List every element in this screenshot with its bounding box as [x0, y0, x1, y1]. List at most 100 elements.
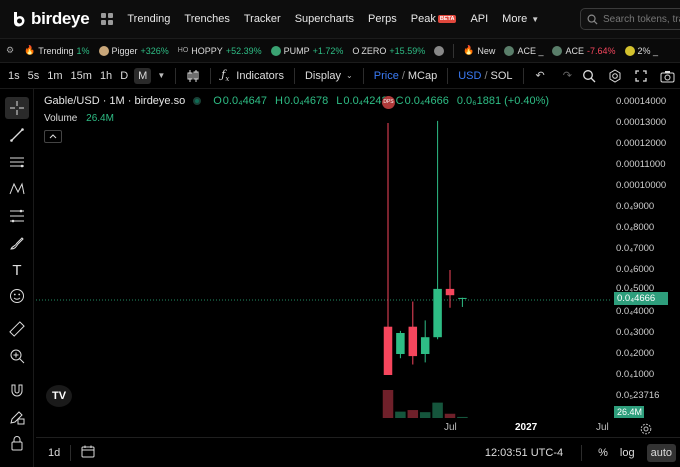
auto-toggle[interactable]: auto [646, 444, 676, 462]
time-axis[interactable]: Jul 2027 Jul [36, 419, 610, 435]
ticker-token-prefix: HO [177, 47, 189, 54]
ticker-trending-value: 1% [76, 45, 90, 56]
volume-bar [395, 411, 406, 418]
zoom-in-tool[interactable] [5, 345, 29, 367]
ticker-item[interactable]: 2% _ [624, 45, 659, 56]
price-label: 0.0₄7000 [616, 243, 655, 254]
indicators-button[interactable]: ƒx Indicators [221, 68, 284, 83]
timeframe-1s[interactable]: 1s [8, 70, 20, 82]
price-label: 0.0₄2000 [616, 348, 655, 359]
volume-bar [419, 412, 431, 418]
timeframe-1m[interactable]: 1m [47, 70, 62, 82]
ticker-token-name: 2% _ [637, 45, 659, 56]
ticker-item[interactable]: HO HOPPY +52.39% [178, 46, 262, 56]
candles-icon[interactable] [186, 69, 200, 83]
crosshair-icon [10, 101, 24, 115]
price-scale[interactable]: 0.00014000 0.00013000 0.00012000 0.00011… [612, 89, 680, 419]
brush-tool[interactable] [5, 232, 29, 254]
redo-icon[interactable]: ↷ [563, 69, 572, 82]
ticker-item[interactable]: O ZERO +15.59% [352, 46, 425, 56]
indicators-label: Indicators [236, 69, 284, 82]
search-box[interactable] [580, 8, 680, 30]
horizontal-lines-tool[interactable] [5, 151, 29, 173]
volume-label: Volume [44, 113, 78, 124]
display-button[interactable]: Display ⌄ [305, 70, 353, 82]
ticker-item[interactable]: ACE _ [504, 45, 543, 56]
ticker-trending[interactable]: 🔥 Trending 1% [24, 45, 89, 56]
ticker-bar: ⚙ 🔥 Trending 1% Pigger +326% HO HOPPY +5… [0, 38, 680, 63]
smiley-icon [10, 289, 24, 303]
pattern-tool[interactable] [5, 178, 29, 200]
emoji-tool[interactable] [5, 285, 29, 307]
mcap-option[interactable]: MCap [408, 70, 437, 82]
price-label: 0.00010000 [616, 180, 667, 191]
nav-trending[interactable]: Trending [127, 13, 170, 25]
volume-tag: 26.4M [614, 406, 644, 418]
apps-grid-icon[interactable] [101, 13, 114, 25]
ticker-new-label: New [477, 45, 496, 56]
ticker-token-prefix-icon: O [352, 45, 360, 56]
timeframe-15m[interactable]: 15m [71, 70, 92, 82]
crosshair-tool[interactable] [5, 97, 29, 119]
ticker-new[interactable]: 🔥 New [463, 45, 495, 56]
price-mcap-toggle[interactable]: Price / MCap [374, 70, 437, 82]
usd-sol-toggle[interactable]: USD / SOL [458, 70, 512, 82]
percent-toggle[interactable]: % [598, 447, 608, 459]
nav-perps[interactable]: Perps [368, 13, 397, 25]
ruler-tool[interactable] [5, 318, 29, 340]
price-option[interactable]: Price [374, 70, 399, 82]
settings-icon[interactable] [602, 69, 628, 83]
clock-time[interactable]: 12:03:51 UTC-4 [485, 447, 563, 459]
magnet-tool[interactable] [5, 379, 29, 401]
text-tool[interactable]: T [5, 259, 29, 281]
timeframe-5s[interactable]: 5s [28, 70, 40, 82]
log-toggle[interactable]: log [620, 447, 635, 459]
undo-icon[interactable]: ↶ [536, 69, 545, 82]
search-input[interactable] [603, 13, 680, 25]
price-label: 0.00014000 [616, 96, 667, 107]
draw-lock-tool[interactable] [5, 406, 29, 428]
nav-api[interactable]: API [470, 13, 488, 25]
ticker-item[interactable]: ACE -7.64% [552, 45, 616, 56]
ticker-item[interactable]: Pigger +326% [98, 45, 169, 56]
pencil-lock-icon [10, 411, 25, 425]
ticker-settings-icon[interactable]: ⚙ [6, 45, 14, 56]
close-label: C [395, 95, 404, 107]
ticker-token-name: PUMP [283, 45, 310, 56]
nav-peak[interactable]: Peak BETA [411, 13, 457, 25]
nav-more[interactable]: More ▼ [502, 13, 539, 25]
price-label: 0.0₄6000 [616, 264, 655, 275]
nav-trenches[interactable]: Trenches [184, 13, 229, 25]
collapse-legend-button[interactable] [44, 130, 62, 143]
current-price-tag: 0.0₄4666 [614, 292, 668, 305]
lock-tool[interactable] [5, 432, 29, 454]
fib-tool[interactable] [5, 205, 29, 227]
trend-line-tool[interactable] [5, 124, 29, 146]
tradingview-logo-icon[interactable]: TV [46, 385, 72, 407]
timeframe-dropdown-icon[interactable]: ▼ [157, 71, 165, 80]
fib-icon [10, 209, 24, 223]
sol-option[interactable]: SOL [491, 70, 513, 82]
volume-value: 26.4M [86, 113, 114, 124]
scale-settings-icon[interactable] [640, 423, 652, 438]
fullscreen-icon[interactable] [628, 69, 654, 83]
nav-supercharts[interactable]: Supercharts [295, 13, 354, 25]
candlestick-chart[interactable] [36, 89, 610, 419]
zoom-search-icon[interactable] [576, 69, 602, 83]
nav-tracker[interactable]: Tracker [244, 13, 281, 25]
range-button[interactable]: 1d [48, 447, 60, 459]
timeframe-d[interactable]: D [120, 70, 128, 82]
ticker-item[interactable]: PUMP +1.72% [270, 45, 343, 56]
dps-badge[interactable]: DPS [382, 96, 395, 109]
timeframe-1h[interactable]: 1h [100, 70, 112, 82]
token-avatar [504, 45, 515, 56]
camera-icon[interactable] [654, 70, 680, 83]
high-value: 0.0₄4678 [284, 95, 329, 107]
chart-toolbar: 1s 5s 1m 15m 1h D M ▼ ƒx Indicators Disp… [0, 63, 680, 89]
logo[interactable]: birdeye [10, 9, 90, 29]
usd-option[interactable]: USD [458, 70, 481, 82]
timeframe-m[interactable]: M [134, 67, 152, 84]
date-range-icon[interactable] [81, 445, 95, 461]
display-label: Display [304, 69, 342, 82]
chart-area[interactable]: Gable/USD · 1M · birdeye.so O 0.0₄4647 H0… [36, 89, 610, 437]
